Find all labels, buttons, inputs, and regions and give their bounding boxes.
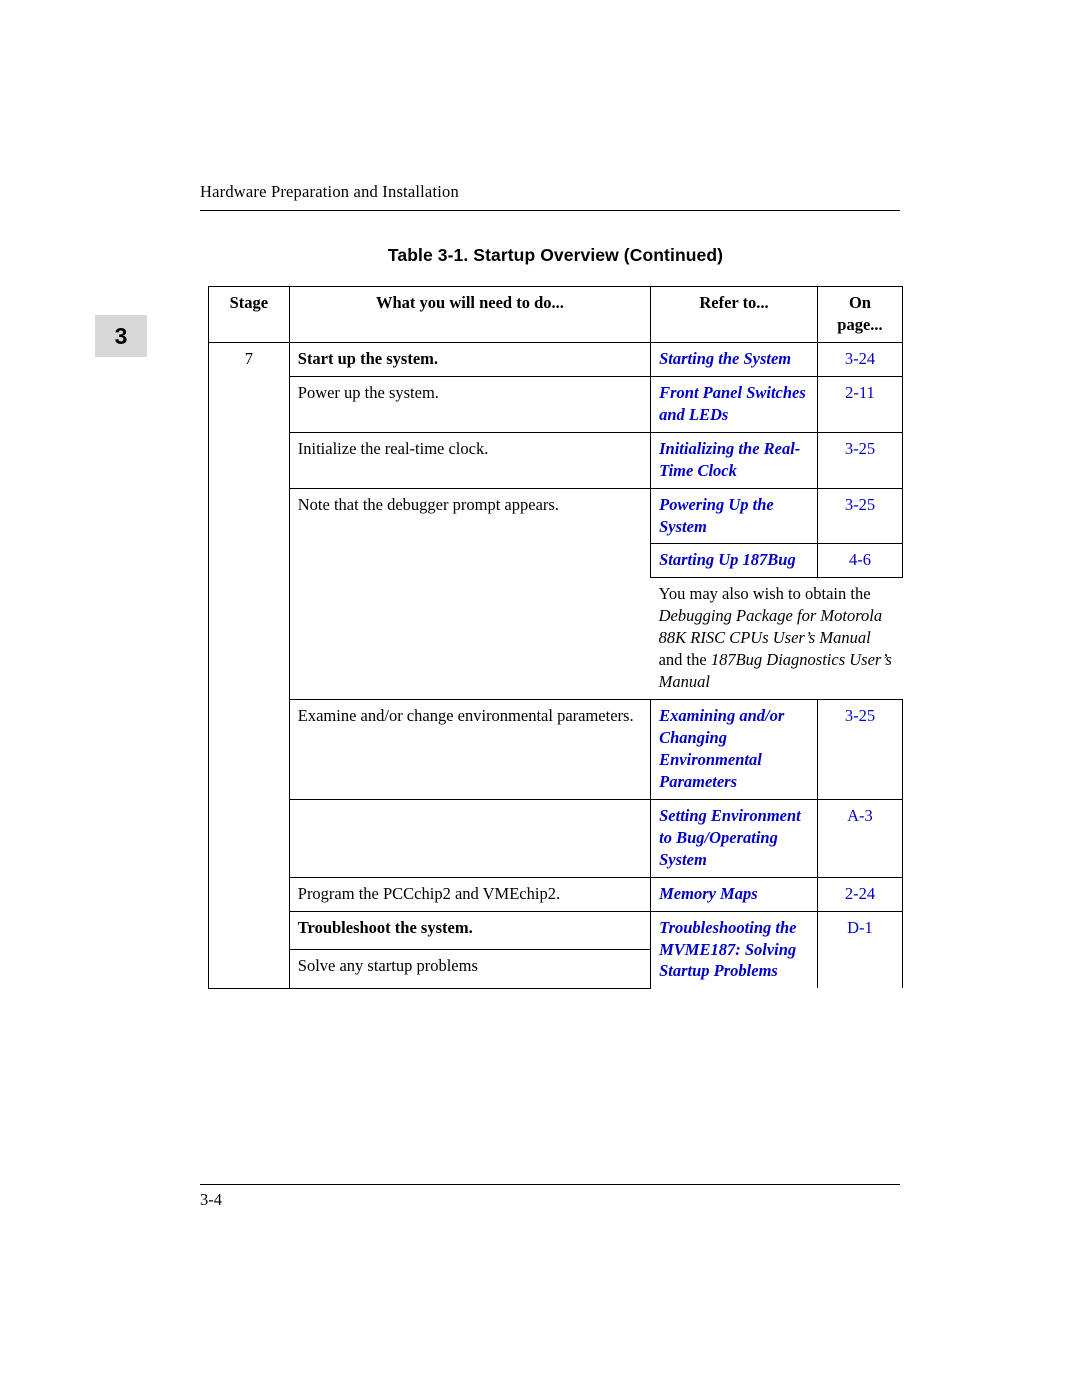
cell-what: Start up the system.: [288, 341, 652, 377]
cell-what: Initialize the real-time clock.: [288, 431, 652, 489]
column-header-stage: Stage: [208, 286, 290, 343]
cell-page: 3-25: [816, 487, 904, 545]
cell-page: 2-24: [816, 876, 904, 912]
cell-refer: Starting Up 187Bug: [650, 543, 818, 579]
cell-stage: [208, 877, 290, 912]
cell-stage: [208, 432, 290, 489]
cell-page: A-3: [816, 798, 904, 878]
document-page: Hardware Preparation and Installation 3 …: [0, 0, 1080, 1397]
cell-stage: 7: [208, 341, 290, 377]
table-row: Program the PCCchip2 and VMEchip2. Memor…: [208, 876, 904, 912]
table-row: 7 Start up the system. Starting the Syst…: [208, 341, 904, 377]
table-row: Examine and/or change environmental para…: [208, 699, 904, 800]
cell-stage: [208, 543, 290, 578]
table-row: Power up the system. Front Panel Switche…: [208, 375, 904, 433]
page-number: 3-4: [200, 1190, 222, 1209]
cell-what: Troubleshoot the system.: [288, 910, 652, 951]
note-span: Debugging Package for Motorola 88K RISC …: [658, 606, 883, 648]
cell-refer: Troubleshooting the MVME187: Solving Sta…: [650, 910, 818, 989]
cell-what: Solve any startup problems: [288, 949, 652, 989]
cell-page: 2-11: [816, 375, 904, 433]
table-row: Initialize the real-time clock. Initiali…: [208, 431, 904, 489]
cell-refer: Setting Environment to Bug/Operating Sys…: [650, 798, 818, 878]
column-header-page-line1: On: [848, 293, 871, 312]
cell-refer: Powering Up the System: [650, 487, 818, 545]
cell-page: 3-25: [816, 699, 904, 800]
cell-what: Power up the system.: [288, 375, 652, 433]
cell-stage: [208, 949, 290, 989]
cell-page: 4-6: [816, 543, 904, 579]
table-row: You may also wish to obtain the Debuggin…: [208, 577, 903, 701]
column-header-page: On page...: [816, 286, 904, 343]
cell-stage: [208, 911, 290, 950]
table-header-row: Stage What you will need to do... Refer …: [208, 286, 904, 343]
table-caption: Table 3-1. Startup Overview (Continued): [387, 245, 724, 265]
table-row: Setting Environment to Bug/Operating Sys…: [208, 798, 904, 878]
note-span: and the: [658, 650, 711, 670]
footer-rule: [200, 1184, 900, 1185]
chapter-tab: 3: [95, 315, 147, 357]
table-row: Note that the debugger prompt appears. P…: [208, 487, 904, 545]
table-row: Starting Up 187Bug 4-6: [208, 543, 904, 579]
note-rich-text: You may also wish to obtain the Debuggin…: [659, 584, 892, 691]
cell-stage: [208, 699, 290, 800]
table-row: Troubleshoot the system. Troubleshooting…: [208, 910, 904, 989]
startup-overview-table: Stage What you will need to do... Refer …: [208, 286, 904, 989]
cell-stage: [208, 577, 290, 700]
cell-what: [288, 543, 652, 578]
cell-page: 3-25: [816, 431, 904, 489]
cell-what-note: [289, 577, 651, 701]
cell-refer: Memory Maps: [650, 876, 818, 912]
cell-stage: [208, 488, 290, 544]
running-header: Hardware Preparation and Installation: [200, 182, 459, 201]
cell-refer: Front Panel Switches and LEDs: [650, 375, 818, 433]
cell-page: 3-24: [816, 341, 904, 377]
cell-note-continuation: You may also wish to obtain the Debuggin…: [650, 577, 903, 701]
cell-stage: [208, 799, 290, 878]
cell-stage: [208, 376, 290, 433]
cell-refer: Initializing the Real-Time Clock: [650, 431, 818, 489]
cell-what: [288, 799, 652, 878]
note-span: You may also wish to obtain the: [658, 584, 871, 604]
cell-what: Note that the debugger prompt appears.: [288, 487, 652, 544]
column-header-what: What you will need to do...: [288, 286, 652, 343]
cell-refer: Starting the System: [650, 341, 818, 377]
cell-what: Examine and/or change environmental para…: [288, 699, 652, 800]
cell-page: D-1: [816, 910, 904, 989]
cell-refer: Examining and/or Changing Environmental …: [650, 699, 818, 800]
column-header-refer: Refer to...: [650, 286, 818, 343]
header-rule: [200, 210, 900, 211]
cell-what: Program the PCCchip2 and VMEchip2.: [288, 876, 652, 912]
column-header-page-line2: page...: [837, 314, 883, 334]
